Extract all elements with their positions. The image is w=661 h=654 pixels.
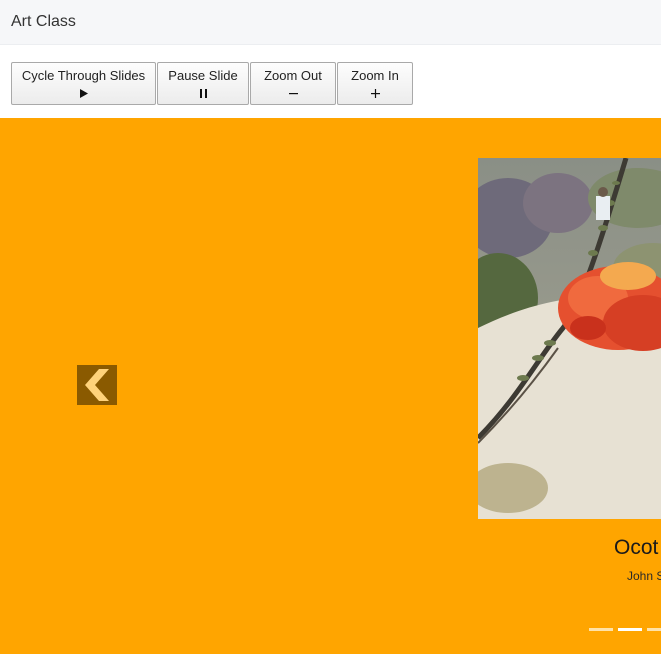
slide-author: John S: [627, 569, 661, 583]
minus-icon: [288, 85, 298, 101]
slide-indicator-2[interactable]: [618, 628, 642, 631]
slideshow-stage: Ocot John S: [0, 118, 661, 654]
zoom-out-label: Zoom Out: [264, 68, 322, 83]
plus-icon: [370, 85, 380, 101]
slide-indicator-3[interactable]: [647, 628, 661, 631]
cycle-slides-button[interactable]: Cycle Through Slides: [11, 62, 156, 105]
pause-icon: [199, 85, 207, 101]
title-bar: Art Class: [0, 0, 661, 45]
app-title: Art Class: [11, 13, 76, 30]
pause-slide-label: Pause Slide: [168, 68, 238, 83]
zoom-in-button[interactable]: Zoom In: [337, 62, 413, 105]
chevron-left-icon: [85, 369, 109, 401]
slide-indicator-1[interactable]: [589, 628, 613, 631]
zoom-in-label: Zoom In: [351, 68, 399, 83]
cycle-slides-label: Cycle Through Slides: [21, 68, 146, 83]
previous-slide-button[interactable]: [77, 365, 117, 405]
slide-title: Ocot: [614, 536, 659, 559]
slide-image: [478, 158, 661, 519]
zoom-out-button[interactable]: Zoom Out: [250, 62, 336, 105]
play-icon: [79, 85, 88, 101]
pause-slide-button[interactable]: Pause Slide: [157, 62, 249, 105]
